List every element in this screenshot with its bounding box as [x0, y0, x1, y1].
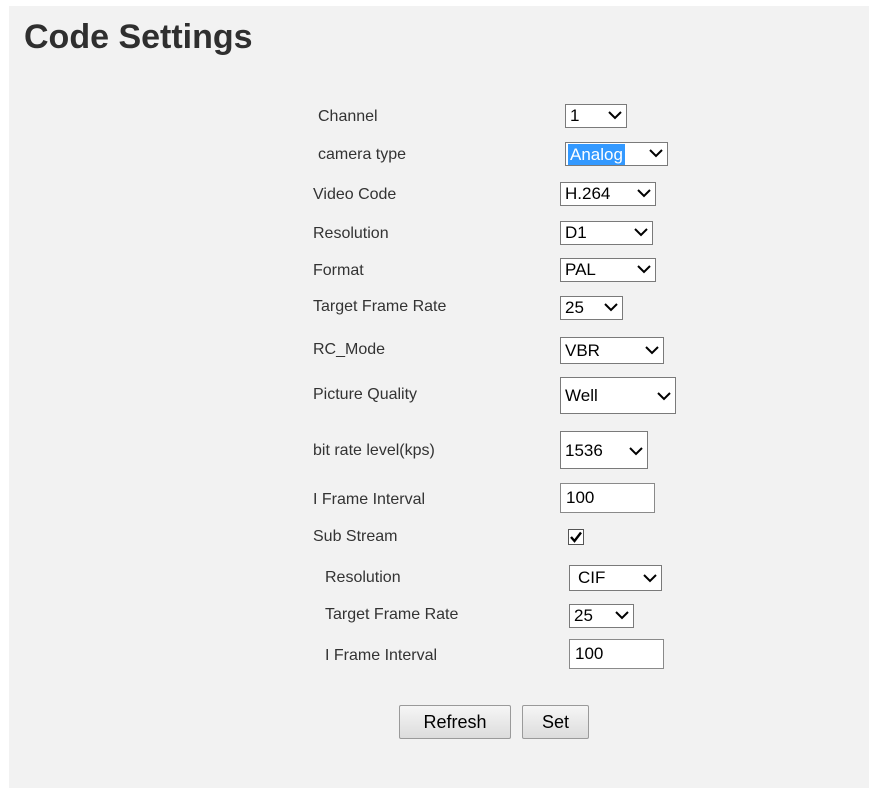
channel-label: Channel	[318, 108, 378, 125]
sub-target-frame-rate-value: 25	[574, 606, 593, 625]
chevron-down-icon	[604, 303, 618, 312]
page-title: Code Settings	[24, 18, 253, 56]
i-frame-interval-label: I Frame Interval	[313, 491, 426, 508]
set-button[interactable]: Set	[522, 705, 589, 739]
picture-quality-label: Picture Quality	[313, 386, 418, 403]
video-code-label: Video Code	[313, 186, 397, 203]
bit-rate-level-select[interactable]: 1536	[560, 431, 648, 469]
resolution-select[interactable]: D1	[560, 221, 653, 245]
bit-rate-level-label: bit rate level(kps)	[313, 442, 435, 459]
chevron-down-icon	[608, 111, 622, 120]
chevron-down-icon	[629, 447, 643, 456]
chevron-down-icon	[634, 228, 648, 237]
sub-i-frame-interval-label: I Frame Interval	[325, 647, 438, 664]
picture-quality-select[interactable]: Well	[560, 377, 676, 414]
sub-stream-checkbox[interactable]	[568, 529, 584, 545]
chevron-down-icon	[649, 149, 663, 158]
video-code-select[interactable]: H.264	[560, 182, 656, 206]
camera-type-value: Analog	[568, 144, 625, 165]
channel-select[interactable]: 1	[565, 104, 627, 128]
rc-mode-select[interactable]: VBR	[560, 337, 664, 364]
format-select[interactable]: PAL	[560, 258, 656, 282]
picture-quality-value: Well	[565, 386, 598, 405]
format-value: PAL	[565, 260, 596, 279]
rc-mode-label: RC_Mode	[313, 341, 386, 358]
chevron-down-icon	[657, 392, 671, 401]
video-code-value: H.264	[565, 184, 611, 203]
sub-target-frame-rate-label: Target Frame Rate	[325, 606, 459, 623]
chevron-down-icon	[645, 346, 659, 355]
settings-panel	[9, 6, 869, 788]
sub-stream-label: Sub Stream	[313, 528, 398, 545]
resolution-label: Resolution	[313, 225, 389, 242]
rc-mode-value: VBR	[565, 341, 600, 360]
sub-i-frame-interval-input[interactable]: 100	[569, 639, 664, 669]
camera-type-select[interactable]: Analog	[565, 142, 668, 166]
chevron-down-icon	[643, 574, 657, 583]
chevron-down-icon	[637, 265, 651, 274]
target-frame-rate-label: Target Frame Rate	[313, 298, 447, 315]
sub-resolution-value: CIF	[578, 568, 606, 587]
sub-resolution-select[interactable]: CIF	[569, 565, 662, 591]
format-label: Format	[313, 262, 364, 279]
resolution-value: D1	[565, 223, 587, 242]
i-frame-interval-input[interactable]: 100	[560, 483, 655, 513]
target-frame-rate-select[interactable]: 25	[560, 296, 623, 320]
channel-value: 1	[570, 106, 580, 125]
camera-type-label: camera type	[318, 146, 407, 163]
bit-rate-level-value: 1536	[565, 441, 603, 460]
chevron-down-icon	[637, 189, 651, 198]
sub-resolution-label: Resolution	[325, 569, 401, 586]
refresh-button[interactable]: Refresh	[399, 705, 511, 739]
target-frame-rate-value: 25	[565, 298, 584, 317]
sub-target-frame-rate-select[interactable]: 25	[569, 604, 634, 628]
checkmark-icon	[570, 531, 582, 543]
chevron-down-icon	[615, 611, 629, 620]
